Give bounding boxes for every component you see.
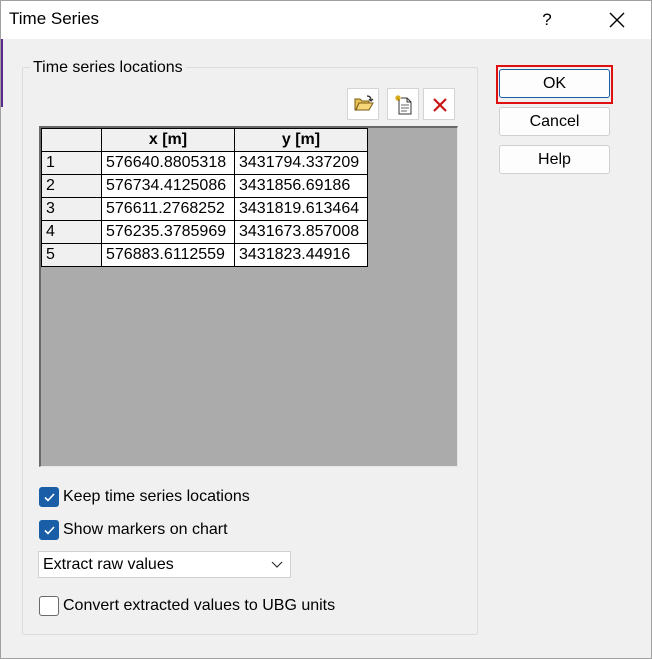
chevron-down-icon: [271, 561, 283, 568]
new-document-icon: [395, 95, 412, 115]
extract-mode-select[interactable]: Extract raw values: [38, 551, 291, 578]
open-folder-icon: [354, 95, 374, 111]
title-bar: Time Series ?: [1, 1, 651, 39]
convert-units-checkbox[interactable]: Convert extracted values to UBG units: [39, 595, 335, 617]
x-cell[interactable]: 576734.4125086: [101, 174, 235, 198]
checkbox-checked-icon[interactable]: [39, 520, 59, 540]
close-button[interactable]: [597, 3, 637, 37]
grid-corner-header[interactable]: [41, 128, 102, 152]
help-button[interactable]: Help: [499, 145, 610, 174]
y-cell[interactable]: 3431819.613464: [234, 197, 368, 221]
locations-grid[interactable]: x [m] y [m] 1 576640.8805318 3431794.337…: [39, 126, 458, 467]
keep-locations-label: Keep time series locations: [63, 488, 250, 505]
column-header-x[interactable]: x [m]: [101, 128, 235, 152]
x-cell[interactable]: 576640.8805318: [101, 151, 235, 175]
column-header-y[interactable]: y [m]: [234, 128, 368, 152]
open-file-button[interactable]: [347, 88, 379, 120]
table-row[interactable]: 5 576883.6112559 3431823.44916: [41, 243, 368, 267]
group-legend: Time series locations: [30, 59, 186, 77]
new-location-button[interactable]: [387, 88, 419, 120]
time-series-dialog: Time Series ? Time series locations x [m…: [0, 0, 652, 659]
window-title: Time Series: [9, 9, 100, 28]
checkbox-unchecked-icon[interactable]: [39, 596, 59, 616]
y-cell[interactable]: 3431856.69186: [234, 174, 368, 198]
delete-icon: [433, 98, 447, 112]
ok-button[interactable]: OK: [499, 69, 610, 98]
show-markers-label: Show markers on chart: [63, 521, 228, 538]
show-markers-checkbox[interactable]: Show markers on chart: [39, 519, 228, 541]
table-row[interactable]: 2 576734.4125086 3431856.69186: [41, 174, 368, 198]
row-header[interactable]: 2: [41, 174, 102, 198]
table-row[interactable]: 3 576611.2768252 3431819.613464: [41, 197, 368, 221]
delete-location-button[interactable]: [423, 88, 455, 120]
y-cell[interactable]: 3431794.337209: [234, 151, 368, 175]
row-header[interactable]: 1: [41, 151, 102, 175]
window-edge-accent: [1, 39, 3, 107]
table-row[interactable]: 1 576640.8805318 3431794.337209: [41, 151, 368, 175]
close-icon: [609, 12, 625, 28]
checkbox-checked-icon[interactable]: [39, 487, 59, 507]
x-cell[interactable]: 576611.2768252: [101, 197, 235, 221]
convert-units-label: Convert extracted values to UBG units: [63, 597, 336, 614]
row-header[interactable]: 5: [41, 243, 102, 267]
y-cell[interactable]: 3431673.857008: [234, 220, 368, 244]
extract-mode-value: Extract raw values: [43, 556, 174, 573]
keep-locations-checkbox[interactable]: Keep time series locations: [39, 486, 250, 508]
table-row[interactable]: 4 576235.3785969 3431673.857008: [41, 220, 368, 244]
row-header[interactable]: 4: [41, 220, 102, 244]
row-header[interactable]: 3: [41, 197, 102, 221]
x-cell[interactable]: 576235.3785969: [101, 220, 235, 244]
x-cell[interactable]: 576883.6112559: [101, 243, 235, 267]
y-cell[interactable]: 3431823.44916: [234, 243, 368, 267]
locations-table: x [m] y [m] 1 576640.8805318 3431794.337…: [41, 128, 368, 267]
help-question-button[interactable]: ?: [534, 3, 560, 37]
cancel-button[interactable]: Cancel: [499, 107, 610, 136]
